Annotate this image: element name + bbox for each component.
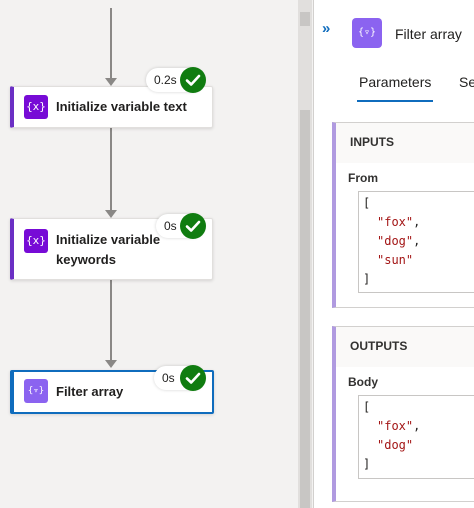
connector-arrow — [105, 210, 117, 218]
step-title-line1: Initialize variable — [56, 232, 161, 247]
collapse-panel-icon[interactable]: » — [322, 20, 330, 37]
open-bracket: [ — [363, 400, 371, 414]
outputs-body: Body [ "fox", "dog" ] — [336, 367, 474, 501]
run-status-badge[interactable]: 0s — [154, 365, 206, 391]
array-item: "fox", — [377, 419, 421, 433]
open-bracket: [ — [363, 196, 371, 210]
connector-line — [110, 128, 112, 210]
run-duration: 0.2s — [154, 73, 177, 87]
details-panel: » {▿} Filter array Parameters Se INPUTS … — [314, 0, 474, 508]
array-item: "dog" — [377, 438, 414, 452]
connector-line — [110, 8, 112, 78]
run-status-badge[interactable]: 0.2s — [146, 67, 206, 93]
inputs-heading: INPUTS — [350, 135, 395, 149]
run-duration: 0s — [164, 219, 177, 233]
success-check-icon — [180, 213, 206, 239]
body-label: Body — [348, 375, 378, 389]
outputs-section: OUTPUTS Body [ "fox", "dog" ] — [332, 326, 474, 502]
success-check-icon — [180, 67, 206, 93]
close-bracket: ] — [363, 272, 371, 286]
connector-arrow — [105, 78, 117, 86]
tab-parameters[interactable]: Parameters — [356, 72, 434, 102]
scrollbar-thumb[interactable] — [300, 110, 310, 508]
body-value[interactable]: [ "fox", "dog" ] — [358, 395, 474, 479]
success-check-icon — [180, 365, 206, 391]
run-duration: 0s — [162, 371, 175, 385]
variable-icon: {x} — [24, 229, 48, 253]
filter-array-icon: {▿} — [24, 379, 48, 403]
array-item: "dog", — [377, 234, 421, 248]
inputs-body: From [ "fox", "dog", "sun" ] — [336, 163, 474, 307]
step-title: Initialize variable text — [56, 99, 187, 114]
tab-settings[interactable]: Se — [459, 72, 474, 92]
scrollbar-button[interactable] — [300, 12, 310, 26]
panel-title: Filter array — [395, 26, 462, 42]
step-title: Filter array — [56, 384, 124, 399]
outputs-heading: OUTPUTS — [350, 339, 408, 353]
close-bracket: ] — [363, 457, 371, 471]
filter-array-icon: {▿} — [352, 18, 382, 48]
variable-icon: {x} — [24, 95, 48, 119]
inputs-section: INPUTS From [ "fox", "dog", "sun" ] — [332, 122, 474, 308]
array-item: "sun" — [377, 253, 414, 267]
connector-line — [110, 280, 112, 360]
from-value[interactable]: [ "fox", "dog", "sun" ] — [358, 191, 474, 293]
designer-canvas[interactable]: {x} Initialize variable text 0.2s {x} In… — [0, 0, 314, 508]
connector-arrow — [105, 360, 117, 368]
from-label: From — [348, 171, 378, 185]
run-status-badge[interactable]: 0s — [156, 213, 206, 239]
step-title-line2: keywords — [56, 252, 116, 267]
array-item: "fox", — [377, 215, 421, 229]
